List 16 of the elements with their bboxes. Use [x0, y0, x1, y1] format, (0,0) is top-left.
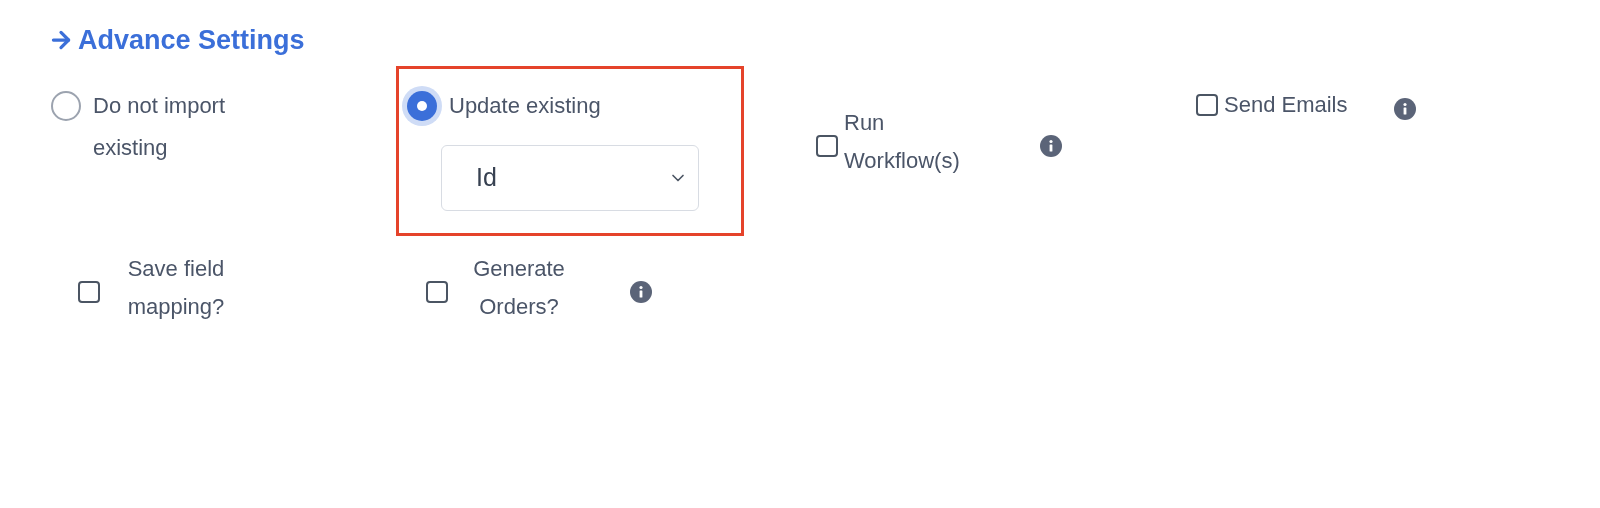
checkbox[interactable]	[816, 134, 838, 157]
match-field-select[interactable]: Id	[441, 144, 699, 211]
checkbox[interactable]	[78, 280, 100, 303]
info-icon[interactable]	[1393, 97, 1416, 120]
checkbox[interactable]	[1196, 93, 1218, 116]
option-label: Run Workflow(s)	[844, 108, 961, 175]
radio-button[interactable]	[51, 90, 81, 121]
option-label: Save field mapping?	[126, 254, 226, 321]
radio-label: Update existing	[449, 91, 601, 120]
section-title: Advance Settings	[78, 24, 305, 57]
option-label: Send Emails	[1224, 90, 1348, 119]
info-icon[interactable]	[630, 280, 652, 303]
checkbox[interactable]	[426, 280, 448, 303]
info-icon[interactable]	[1040, 134, 1062, 157]
option-label: Generate Orders?	[472, 254, 566, 321]
radio-label: Do not import existing	[93, 91, 227, 162]
